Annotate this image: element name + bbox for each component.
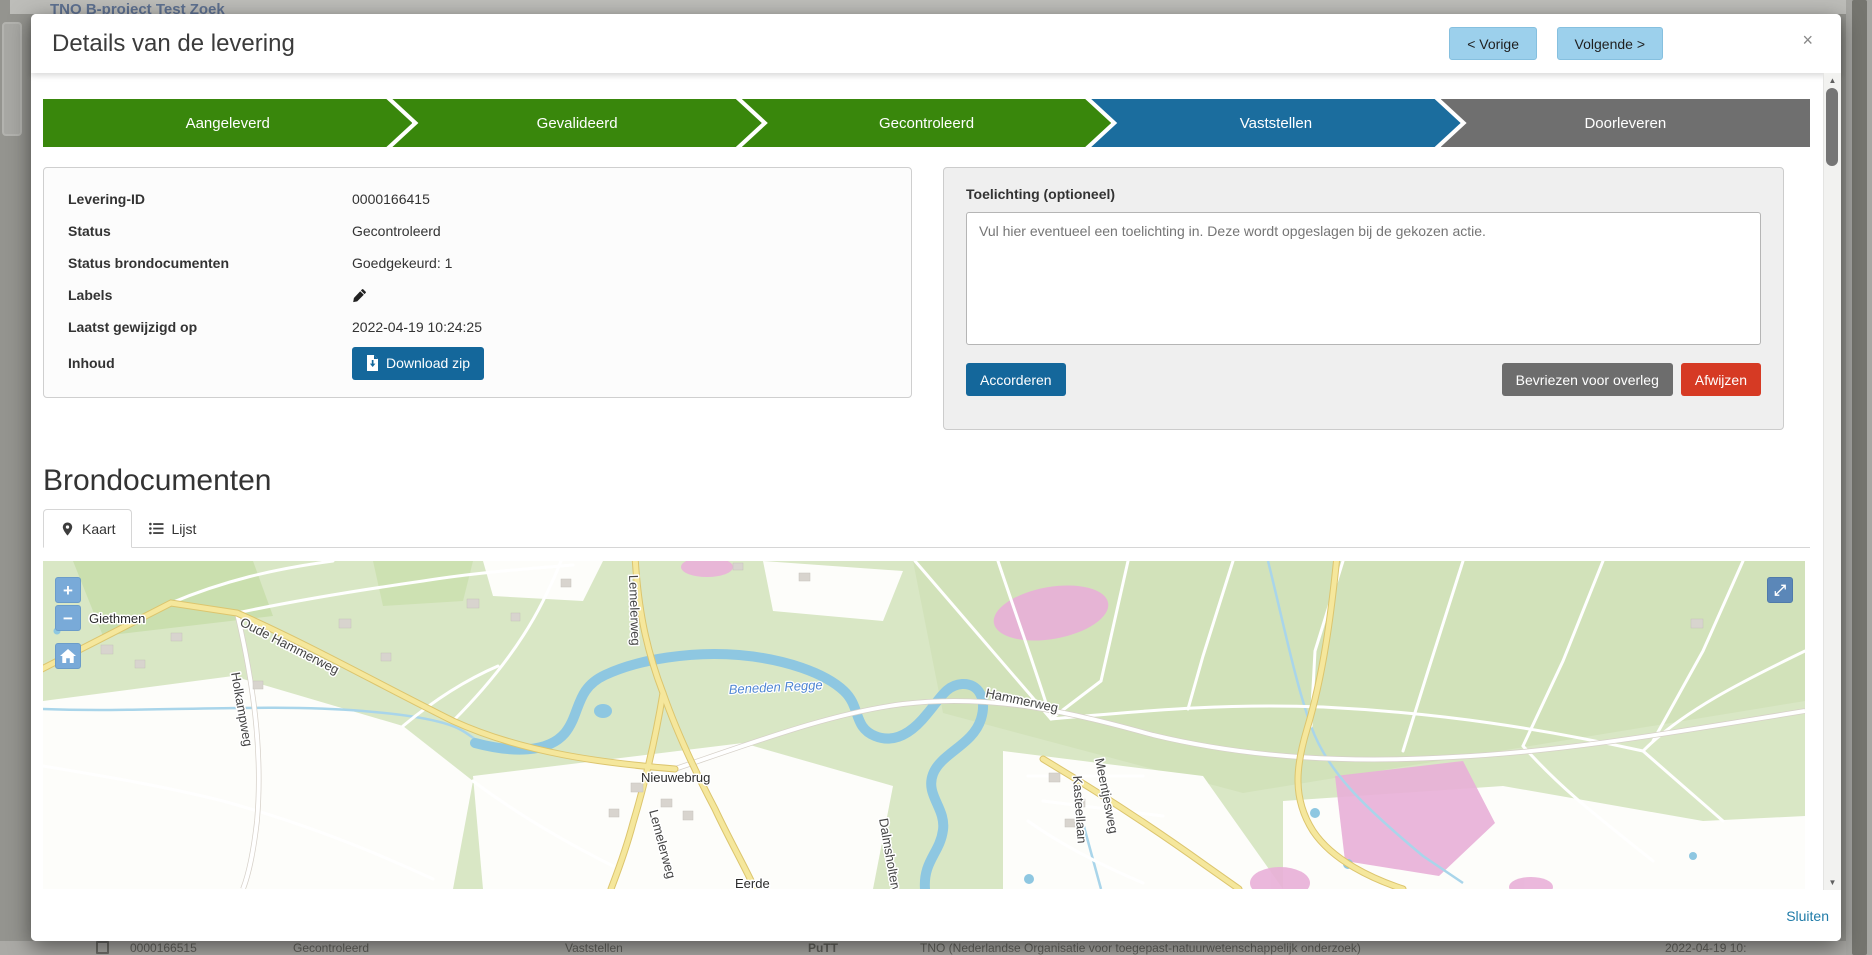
next-button[interactable]: Volgende >	[1557, 27, 1663, 60]
toelichting-panel: Toelichting (optioneel) Accorderen Bevri…	[943, 167, 1784, 430]
step-vaststellen: Vaststellen	[1091, 99, 1460, 147]
map-label-nieuwebrug: Nieuwebrug	[641, 770, 710, 785]
status-label: Status	[68, 223, 352, 239]
browser-scrollbar-thumb[interactable]	[1852, 0, 1867, 955]
download-zip-button[interactable]: Download zip	[352, 347, 484, 380]
modal-scrollbar-thumb[interactable]	[1826, 88, 1838, 166]
row-type: PuTT	[808, 941, 838, 955]
background-breadcrumb-link: TNO B-project Test Zoek	[50, 1, 225, 14]
status-brondocumenten-label: Status brondocumenten	[68, 255, 352, 271]
download-file-icon	[366, 355, 379, 371]
row-datum: 2022-04-19 10:	[1665, 941, 1746, 955]
toelichting-textarea[interactable]	[966, 212, 1761, 345]
row-status: Gecontroleerd	[293, 941, 369, 955]
row-organisatie: TNO (Nederlandse Organisatie voor toegep…	[920, 941, 1361, 955]
close-icon[interactable]: ×	[1802, 31, 1813, 49]
background-table-row: 0000166515 Gecontroleerd Vaststellen PuT…	[0, 941, 1846, 955]
home-icon	[60, 649, 76, 663]
previous-button[interactable]: < Vorige	[1449, 27, 1537, 60]
edit-labels-pencil-icon[interactable]	[352, 288, 367, 303]
browser-scrollbar[interactable]	[1846, 0, 1872, 955]
status-value: Gecontroleerd	[352, 223, 441, 239]
row-fase: Vaststellen	[565, 941, 623, 955]
step-aangeleverd: Aangeleverd	[43, 99, 412, 147]
bevriezen-button[interactable]: Bevriezen voor overleg	[1502, 363, 1673, 396]
download-zip-label: Download zip	[386, 355, 470, 371]
tab-kaart[interactable]: Kaart	[43, 509, 132, 548]
sluiten-link[interactable]: Sluiten	[1786, 908, 1829, 924]
map-zoom-out-button[interactable]: −	[55, 605, 81, 631]
map-home-button[interactable]	[55, 643, 81, 669]
map-label-lemelerweg-noord: Lemelerweg	[626, 575, 643, 646]
row-checkbox	[96, 941, 109, 954]
tab-lijst[interactable]: Lijst	[132, 509, 212, 548]
delivery-details-panel: Levering-ID 0000166415 Status Gecontrole…	[43, 167, 912, 398]
map-zoom-in-button[interactable]: +	[55, 577, 81, 603]
inhoud-label: Inhoud	[68, 355, 352, 371]
background-panel-edge	[2, 22, 22, 136]
laatst-gewijzigd-value: 2022-04-19 10:24:25	[352, 319, 482, 335]
map-canvas[interactable]: Giethmen Oude Hammerweg Holkampweg Lemel…	[43, 561, 1805, 889]
map-fullscreen-button[interactable]: ⤢	[1767, 577, 1793, 603]
modal-header: Details van de levering < Vorige Volgend…	[31, 14, 1841, 73]
map-container: Giethmen Oude Hammerweg Holkampweg Lemel…	[43, 561, 1805, 889]
step-gecontroleerd: Gecontroleerd	[742, 99, 1111, 147]
map-label-giethmen: Giethmen	[89, 611, 145, 626]
scrollbar-down-arrow[interactable]: ▼	[1824, 878, 1841, 887]
row-id: 0000166515	[130, 941, 197, 955]
modal-body: Aangeleverd Gevalideerd Gecontroleerd Va…	[43, 73, 1810, 889]
status-brondocumenten-value: Goedgekeurd: 1	[352, 255, 452, 271]
action-buttons-row: Accorderen Bevriezen voor overleg Afwijz…	[966, 363, 1761, 396]
toelichting-label: Toelichting (optioneel)	[966, 186, 1761, 202]
detail-row-inhoud: Inhoud Download zip	[68, 343, 887, 383]
modal-title: Details van de levering	[52, 30, 295, 58]
brondocumenten-tabbar: Kaart Lijst	[43, 508, 1810, 548]
detail-row-status-brondocumenten: Status brondocumenten Goedgekeurd: 1	[68, 247, 887, 279]
modal-footer: Sluiten	[31, 890, 1841, 941]
delivery-details-modal: Details van de levering < Vorige Volgend…	[31, 14, 1841, 941]
modal-scrollbar[interactable]: ▲ ▼	[1823, 73, 1841, 890]
accorderen-button[interactable]: Accorderen	[966, 363, 1066, 396]
laatst-gewijzigd-label: Laatst gewijzigd op	[68, 319, 352, 335]
background-page-top: TNO B-project Test Zoek	[10, 0, 1846, 14]
tab-lijst-label: Lijst	[171, 521, 196, 537]
list-icon	[148, 521, 164, 536]
workflow-stepper: Aangeleverd Gevalideerd Gecontroleerd Va…	[43, 99, 1810, 147]
detail-row-levering-id: Levering-ID 0000166415	[68, 183, 887, 215]
afwijzen-button[interactable]: Afwijzen	[1681, 363, 1761, 396]
map-label-eerde: Eerde	[735, 876, 770, 889]
map-pin-icon	[60, 521, 75, 537]
step-gevalideerd: Gevalideerd	[392, 99, 761, 147]
brondocumenten-heading: Brondocumenten	[43, 464, 1810, 498]
labels-label: Labels	[68, 287, 352, 303]
detail-row-labels: Labels	[68, 279, 887, 311]
step-doorleveren: Doorleveren	[1441, 99, 1810, 147]
tab-kaart-label: Kaart	[82, 521, 115, 537]
detail-row-status: Status Gecontroleerd	[68, 215, 887, 247]
levering-id-value: 0000166415	[352, 191, 430, 207]
levering-id-label: Levering-ID	[68, 191, 352, 207]
detail-row-laatst-gewijzigd: Laatst gewijzigd op 2022-04-19 10:24:25	[68, 311, 887, 343]
scrollbar-up-arrow[interactable]: ▲	[1824, 76, 1841, 85]
